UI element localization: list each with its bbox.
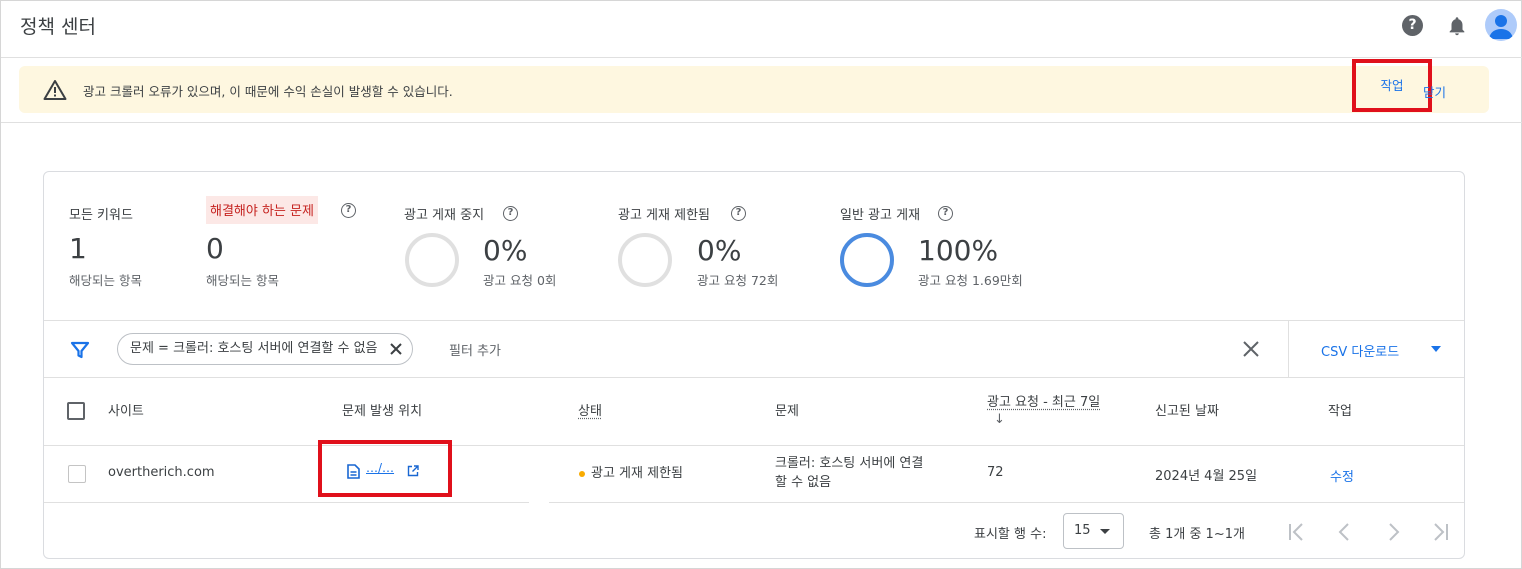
row-issue-line-1: 크롤러: 호스팅 서버에 연결 <box>775 456 924 471</box>
paused-help-icon[interactable]: ? <box>503 206 518 221</box>
col-header-issue[interactable]: 문제 <box>775 400 799 419</box>
csv-dropdown-caret-icon[interactable] <box>1431 346 1441 352</box>
warning-icon <box>43 80 67 100</box>
stat-all-keywords-value: 1 <box>69 232 87 265</box>
banner-message: 광고 크롤러 오류가 있으며, 이 때문에 수익 손실이 발생할 수 있습니다. <box>83 84 453 99</box>
next-page-icon[interactable] <box>1382 521 1404 543</box>
add-filter-button[interactable]: 필터 추가 <box>449 340 501 359</box>
previous-page-icon[interactable] <box>1334 521 1356 543</box>
row-issue-line-2: 할 수 없음 <box>775 475 832 490</box>
row-site: overtherich.com <box>108 465 215 480</box>
help-icon[interactable]: ? <box>1402 15 1423 36</box>
csv-download-area: CSV 다운로드 <box>1288 321 1464 377</box>
normal-ring-fill <box>840 233 894 287</box>
table-row-divider-left <box>44 502 529 503</box>
stat-all-keywords-label: 모든 키워드 <box>69 208 133 223</box>
table-row-divider-right <box>549 502 1464 503</box>
row-status-label: 광고 게재 제한됨 <box>591 466 683 481</box>
active-filter-chip[interactable]: 문제 = 크롤러: 호스팅 서버에 연결할 수 없음 <box>117 333 413 365</box>
limited-help-icon[interactable]: ? <box>731 206 746 221</box>
stat-normal-value: 100% <box>918 234 999 267</box>
stat-limited-sub: 광고 요청 72회 <box>697 273 779 288</box>
stat-issues-sub: 해당되는 항목 <box>206 273 279 288</box>
limited-ring-chart <box>618 233 672 287</box>
rows-dropdown-caret-icon <box>1100 529 1110 534</box>
page-title: 정책 센터 <box>20 16 96 38</box>
normal-help-icon[interactable]: ? <box>938 206 953 221</box>
select-all-checkbox[interactable] <box>67 402 85 420</box>
top-header: 정책 센터 ? <box>1 1 1522 58</box>
paused-ring-chart <box>405 233 459 287</box>
stat-issues-value: 0 <box>206 232 224 265</box>
stat-limited-value: 0% <box>697 234 742 267</box>
status-limited-dot <box>579 470 585 477</box>
clear-filters-icon[interactable] <box>1241 339 1261 359</box>
col-header-status[interactable]: 상태 <box>578 400 602 419</box>
csv-download-button[interactable]: CSV 다운로드 <box>1321 341 1399 360</box>
account-avatar[interactable] <box>1485 9 1517 41</box>
row-requests: 72 <box>987 465 1004 480</box>
policy-issues-card: 모든 키워드 1 해당되는 항목 해결해야 하는 문제 ? 0 해당되는 항목 … <box>43 171 1465 559</box>
open-in-new-icon[interactable] <box>407 465 419 477</box>
app-frame: 정책 센터 ? 광고 크롤러 오류가 있으며, 이 때문에 수익 손실이 발생할… <box>0 0 1522 569</box>
notifications-bell-icon[interactable] <box>1446 14 1468 38</box>
rows-per-page-value: 15 <box>1074 523 1091 538</box>
avatar-person-icon <box>1489 15 1513 39</box>
first-page-icon[interactable] <box>1285 521 1307 543</box>
rows-per-page-select[interactable]: 15 <box>1063 513 1124 549</box>
col-header-requests[interactable]: 광고 요청 - 최근 7일 <box>987 391 1100 410</box>
stat-paused-label: 광고 게재 중지 <box>404 208 485 223</box>
issue-location-link[interactable]: …/… <box>366 461 394 475</box>
stat-paused-value: 0% <box>483 234 528 267</box>
row-checkbox[interactable] <box>68 465 86 483</box>
crawler-error-banner: 광고 크롤러 오류가 있으며, 이 때문에 수익 손실이 발생할 수 있습니다.… <box>19 59 1489 113</box>
pagination-range: 총 1개 중 1~1개 <box>1149 527 1245 542</box>
stat-issues-label[interactable]: 해결해야 하는 문제 <box>206 196 318 224</box>
remove-filter-icon[interactable] <box>388 341 404 357</box>
stat-paused-sub: 광고 요청 0회 <box>483 273 557 288</box>
stat-normal-label: 일반 광고 게재 <box>840 208 921 223</box>
col-header-site[interactable]: 사이트 <box>108 400 144 419</box>
col-header-action: 작업 <box>1328 404 1352 419</box>
row-status: 광고 게재 제한됨 <box>579 462 683 481</box>
rows-per-page-label: 표시할 행 수: <box>974 527 1047 542</box>
row-edit-link[interactable]: 수정 <box>1330 466 1354 485</box>
document-icon <box>347 464 360 479</box>
col-header-reported-date[interactable]: 신고된 날짜 <box>1155 400 1219 419</box>
last-page-icon[interactable] <box>1430 521 1452 543</box>
issues-help-icon[interactable]: ? <box>341 203 356 218</box>
table-header-divider <box>44 445 1464 446</box>
banner-action-button[interactable]: 작업 <box>1352 59 1432 112</box>
normal-ring-chart <box>840 233 894 287</box>
stat-all-keywords-sub: 해당되는 항목 <box>69 273 142 288</box>
filter-bar: 문제 = 크롤러: 호스팅 서버에 연결할 수 없음 필터 추가 CSV 다운로… <box>44 320 1464 378</box>
sort-descending-arrow-icon[interactable]: ↓ <box>994 412 1005 427</box>
banner-close-button[interactable]: 닫기 <box>1423 82 1446 101</box>
row-reported-date: 2024년 4월 25일 <box>1155 469 1258 484</box>
filter-funnel-icon[interactable] <box>70 340 90 360</box>
stat-limited-label: 광고 게재 제한됨 <box>618 208 710 223</box>
col-header-location[interactable]: 문제 발생 위치 <box>342 400 422 419</box>
header-divider <box>1 122 1522 123</box>
stat-normal-sub: 광고 요청 1.69만회 <box>918 273 1023 288</box>
row-issue: 크롤러: 호스팅 서버에 연결 할 수 없음 <box>775 454 923 492</box>
filter-chip-label: 문제 = 크롤러: 호스팅 서버에 연결할 수 없음 <box>130 341 378 356</box>
